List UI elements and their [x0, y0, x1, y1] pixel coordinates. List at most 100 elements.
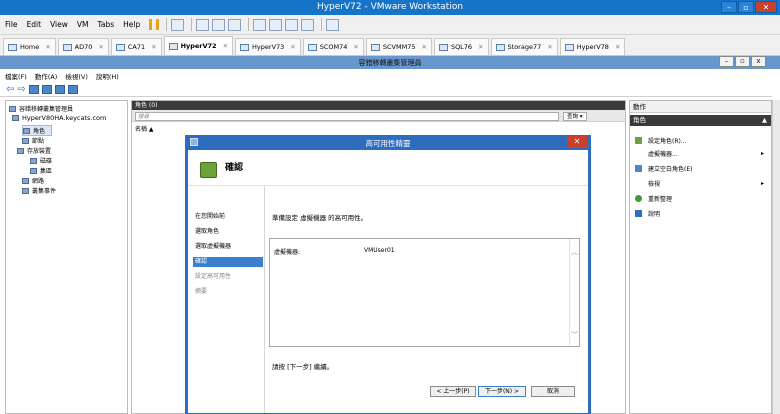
- full-screen-icon[interactable]: [285, 18, 299, 31]
- vm-icon: [495, 43, 505, 51]
- properties-icon[interactable]: [67, 84, 78, 94]
- action-help[interactable]: 說明: [635, 209, 660, 218]
- close-tab-icon[interactable]: ✕: [421, 43, 426, 51]
- pause-icon[interactable]: [149, 19, 160, 30]
- close-tab-icon[interactable]: ✕: [353, 43, 358, 51]
- thumbnail-icon[interactable]: [269, 18, 283, 31]
- close-tab-icon[interactable]: ✕: [45, 43, 50, 51]
- query-button[interactable]: 查詢 ▾: [563, 112, 587, 121]
- tree-networks[interactable]: 網路: [22, 176, 44, 185]
- menu-tabs[interactable]: Tabs: [98, 20, 115, 29]
- unity-icon[interactable]: [301, 18, 315, 31]
- scroll-up-icon[interactable]: ︿: [571, 247, 578, 257]
- console-view-icon[interactable]: [326, 18, 340, 31]
- tree-root[interactable]: 容錯移轉叢集管理員: [9, 104, 73, 113]
- back-button[interactable]: < 上一步(P): [430, 386, 476, 397]
- help-icon[interactable]: [54, 84, 65, 94]
- menu-edit[interactable]: Edit: [27, 20, 42, 29]
- vm-field-label: 虛擬機器:: [274, 249, 301, 256]
- back-arrow-icon[interactable]: ⇦: [6, 84, 14, 95]
- mmc-menu-file[interactable]: 檔案(F): [5, 71, 27, 81]
- actions-header: 動作: [630, 101, 771, 113]
- tree-pools[interactable]: 集區: [30, 166, 52, 175]
- cancel-button[interactable]: 取消: [531, 386, 575, 397]
- mmc-menu-bar: 檔案(F) 動作(A) 檢視(V) 說明(H): [0, 69, 772, 82]
- wizard-page-icon: [200, 162, 217, 178]
- menu-help[interactable]: Help: [123, 20, 140, 29]
- close-tab-icon[interactable]: ✕: [151, 43, 156, 51]
- close-tab-icon[interactable]: ✕: [478, 43, 483, 51]
- action-virtual-machines[interactable]: 虛擬機器... ▸: [635, 149, 767, 158]
- wizard-step-select-role[interactable]: 選取角色: [193, 227, 263, 237]
- tab-sql76[interactable]: SQL76 ✕: [433, 38, 489, 55]
- confirmation-list-scrollbar[interactable]: ︿ ﹀: [569, 239, 579, 346]
- wizard-step-select-vm[interactable]: 選取虛擬機器: [193, 242, 263, 252]
- wizard-step-confirmation[interactable]: 確認: [193, 257, 263, 267]
- mmc-menu-view[interactable]: 檢視(V): [65, 71, 88, 81]
- close-tab-icon[interactable]: ✕: [98, 43, 103, 51]
- tree-disks[interactable]: 磁碟: [30, 156, 52, 165]
- mmc-title-bar[interactable]: 容錯移轉叢集管理員 – ▫ x: [0, 56, 780, 69]
- action-configure-role[interactable]: 設定角色(R)...: [635, 136, 687, 145]
- mmc-menu-action[interactable]: 動作(A): [35, 71, 58, 81]
- empty-role-icon: [635, 165, 642, 172]
- storage-icon: [17, 147, 24, 154]
- forward-arrow-icon[interactable]: ⇨: [17, 84, 25, 95]
- close-button[interactable]: ✕: [755, 1, 777, 13]
- tab-storage77[interactable]: Storage77 ✕: [490, 38, 558, 55]
- mmc-toolbar: ⇦ ⇨: [0, 82, 772, 97]
- vm-icon: [370, 43, 380, 51]
- console-tree-icon[interactable]: [41, 84, 52, 94]
- tab-ca71[interactable]: CA71 ✕: [110, 38, 162, 55]
- close-tab-icon[interactable]: ✕: [223, 42, 228, 50]
- mmc-maximize-button[interactable]: ▫: [735, 56, 750, 67]
- action-create-empty-role[interactable]: 建立空白角色(E): [635, 164, 692, 173]
- tab-scom74[interactable]: SCOM74 ✕: [302, 38, 364, 55]
- collapse-icon[interactable]: ▲: [762, 115, 767, 126]
- mmc-menu-help[interactable]: 說明(H): [96, 71, 119, 81]
- wizard-page-heading: 確認: [225, 163, 244, 173]
- vmware-title-bar[interactable]: HyperV72 - VMware Workstation – ▫ ✕: [0, 0, 780, 15]
- tab-hyperv72[interactable]: HyperV72 ✕: [163, 36, 234, 55]
- tab-ad70[interactable]: AD70 ✕: [57, 38, 109, 55]
- folder-icon[interactable]: [28, 84, 39, 94]
- library-icon[interactable]: [253, 18, 267, 31]
- minimize-button[interactable]: –: [721, 1, 737, 13]
- snapshot-icon[interactable]: [196, 18, 210, 31]
- action-refresh[interactable]: 重新整理: [635, 194, 672, 203]
- menu-vm[interactable]: VM: [77, 20, 89, 29]
- wizard-header: 確認: [188, 150, 588, 186]
- tab-scvmm75[interactable]: SCVMM75 ✕: [365, 38, 432, 55]
- action-view[interactable]: 檢視 ▸: [635, 179, 767, 188]
- tab-home[interactable]: Home ✕: [3, 38, 56, 55]
- actions-section-roles[interactable]: 角色 ▲: [630, 115, 771, 126]
- wizard-title-bar[interactable]: 高可用性精靈 ✕: [185, 135, 591, 150]
- maximize-button[interactable]: ▫: [738, 1, 754, 13]
- tree-cluster-events[interactable]: 叢集事件: [22, 186, 56, 195]
- scroll-down-icon[interactable]: ﹀: [571, 330, 578, 340]
- wizard-close-button[interactable]: ✕: [567, 136, 587, 148]
- menu-view[interactable]: View: [50, 20, 68, 29]
- tree-storage[interactable]: 存放裝置: [17, 146, 51, 155]
- revert-snapshot-icon[interactable]: [212, 18, 226, 31]
- column-header-name[interactable]: 名稱 ▲: [135, 124, 154, 133]
- confirmation-list[interactable]: 虛擬機器: VMUser01 ︿ ﹀: [269, 238, 580, 347]
- wizard-step-before-you-begin[interactable]: 在您開始前: [193, 212, 263, 222]
- close-tab-icon[interactable]: ✕: [290, 43, 295, 51]
- tab-hyperv78[interactable]: HyperV78 ✕: [559, 38, 626, 55]
- close-tab-icon[interactable]: ✕: [615, 43, 620, 51]
- guest-scrollbar[interactable]: [772, 100, 780, 414]
- tree-roles[interactable]: 角色: [22, 125, 53, 136]
- menu-file[interactable]: File: [5, 20, 18, 29]
- tree-cluster[interactable]: HyperV80HA.keycats.com: [12, 114, 106, 122]
- tab-hyperv73[interactable]: HyperV73 ✕: [235, 38, 301, 55]
- configure-role-icon: [635, 137, 642, 144]
- roles-search-input[interactable]: 搜尋: [135, 112, 559, 121]
- send-keys-icon[interactable]: [171, 18, 185, 31]
- close-tab-icon[interactable]: ✕: [547, 43, 552, 51]
- next-button[interactable]: 下一步(N) >: [478, 386, 526, 397]
- mmc-close-button[interactable]: x: [751, 56, 766, 67]
- mmc-minimize-button[interactable]: –: [719, 56, 734, 67]
- tree-nodes[interactable]: 節點: [22, 136, 44, 145]
- snapshot-manager-icon[interactable]: [228, 18, 242, 31]
